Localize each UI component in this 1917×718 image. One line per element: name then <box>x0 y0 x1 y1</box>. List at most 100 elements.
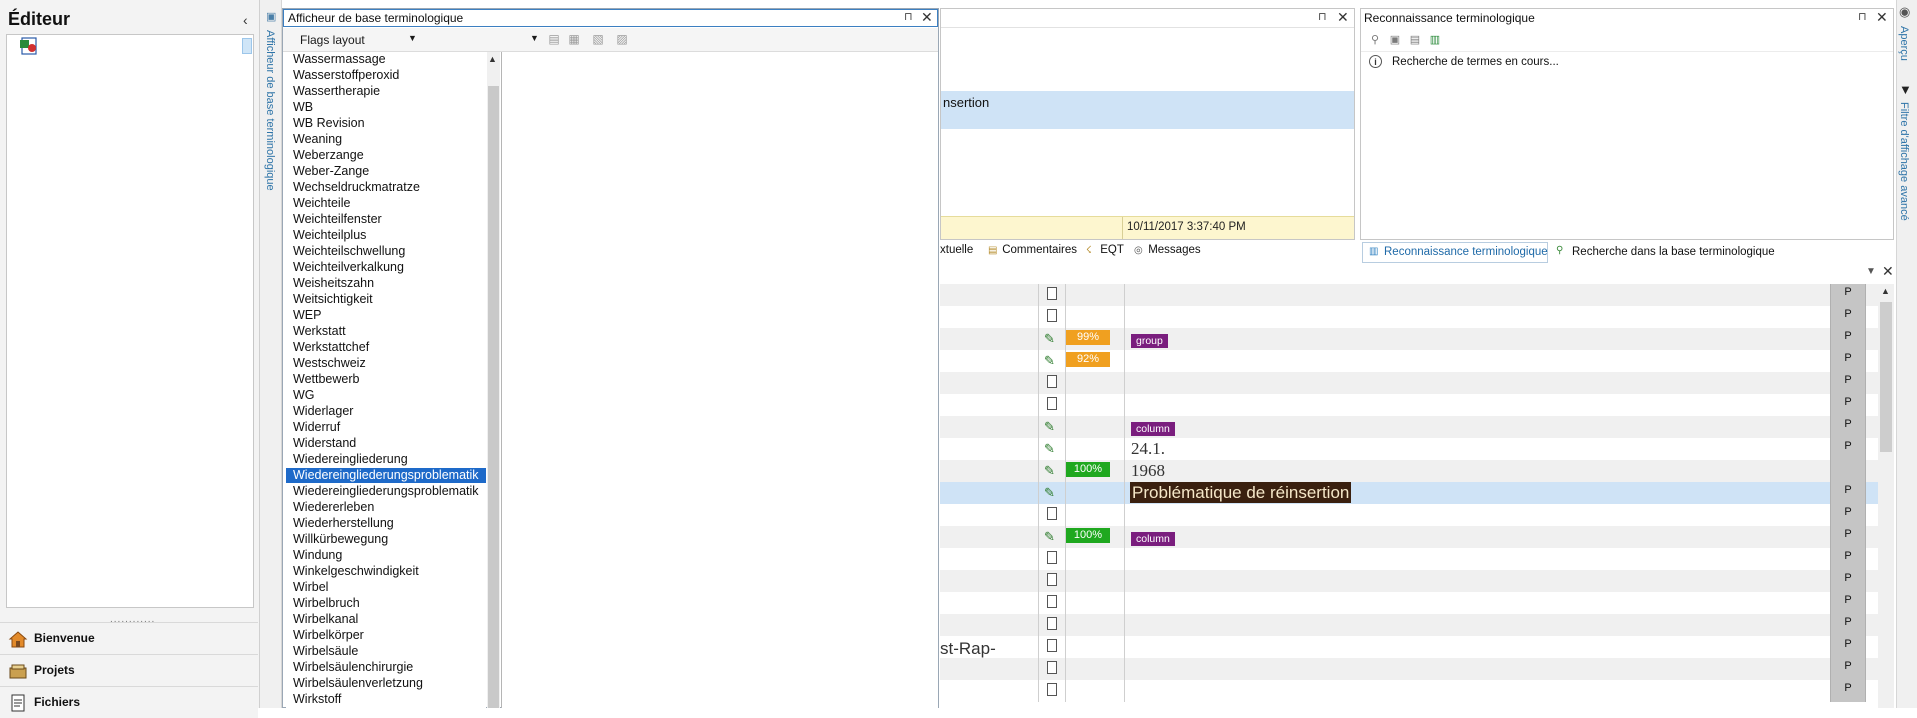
source-cell[interactable] <box>940 328 1037 350</box>
target-cell[interactable] <box>1125 548 1823 570</box>
pin-icon[interactable]: ⊓ <box>1318 10 1327 23</box>
term-list-item[interactable]: Widerlager <box>286 404 353 419</box>
view-term-icon[interactable]: ▤ <box>1408 33 1422 47</box>
new-entry-icon[interactable]: ▤ <box>546 32 562 48</box>
target-cell[interactable] <box>1125 504 1823 526</box>
source-cell[interactable] <box>940 482 1037 504</box>
source-cell[interactable] <box>940 570 1037 592</box>
term-list-item[interactable]: Wirbelsäulenchirurgie <box>286 660 413 675</box>
term-list-scroll-thumb[interactable] <box>488 86 499 708</box>
segment-row[interactable]: ✎ column P <box>940 416 1878 438</box>
source-cell[interactable] <box>940 592 1037 614</box>
tab-messages[interactable]: ◎ Messages <box>1134 244 1201 256</box>
close-icon[interactable]: ✕ <box>921 9 933 26</box>
close-icon[interactable]: ✕ <box>1882 263 1894 280</box>
term-list-item[interactable]: Weichteilschwellung <box>286 244 405 259</box>
grid-menu-icon[interactable]: ▼ <box>1866 266 1876 277</box>
segment-row[interactable]: P <box>940 548 1878 570</box>
search-settings-icon[interactable]: ⚲ <box>1368 33 1382 47</box>
source-cell[interactable] <box>940 680 1037 702</box>
segment-row[interactable]: P <box>940 570 1878 592</box>
target-cell[interactable] <box>1125 658 1823 680</box>
term-list-item[interactable]: Wiedererleben <box>286 500 374 515</box>
segment-row[interactable]: P <box>940 658 1878 680</box>
target-cell[interactable] <box>1125 284 1823 306</box>
term-list-item[interactable]: Wasserstoffperoxid <box>286 68 399 83</box>
term-list-item[interactable]: Westschweiz <box>286 356 366 371</box>
term-list-item[interactable]: Wiedereingliederung <box>286 452 408 467</box>
termbase-icon[interactable]: ▥ <box>1428 33 1442 47</box>
term-list-item[interactable]: Weichteilverkalkung <box>286 260 404 275</box>
chevron-down-icon[interactable]: ▼ <box>530 33 539 43</box>
tag-badge[interactable]: group <box>1131 334 1168 348</box>
term-list-item[interactable]: Wirkstoff <box>286 692 341 707</box>
term-list-item[interactable]: Wirbelsäulenverletzung <box>286 676 423 691</box>
term-list-item[interactable]: Widerruf <box>286 420 340 435</box>
target-cell[interactable]: Problématique de réinsertion <box>1125 482 1823 504</box>
term-list-item[interactable]: Weaning <box>286 132 342 147</box>
term-list-item[interactable]: Weberzange <box>286 148 364 163</box>
term-list-item[interactable]: Weichteilfenster <box>286 212 382 227</box>
tag-badge[interactable]: column <box>1131 532 1175 546</box>
segment-row[interactable]: ✎ 24.1. P <box>940 438 1878 460</box>
term-list-item[interactable]: Wirbel <box>286 580 328 595</box>
segment-row[interactable]: P <box>940 592 1878 614</box>
term-list-item[interactable]: Wirbelkörper <box>286 628 364 643</box>
source-cell[interactable] <box>940 372 1037 394</box>
source-cell[interactable] <box>940 614 1037 636</box>
segment-row[interactable]: P <box>940 504 1878 526</box>
pin-icon[interactable]: ⊓ <box>1858 10 1867 23</box>
term-list-item[interactable]: Wirbelkanal <box>286 612 358 627</box>
term-list-item[interactable]: Wechseldruckmatratze <box>286 180 420 195</box>
segment-row[interactable]: P <box>940 680 1878 702</box>
grid-scroll-thumb[interactable] <box>1880 302 1892 452</box>
term-list-item[interactable]: WG <box>286 388 315 403</box>
term-list-item[interactable]: Wettbewerb <box>286 372 359 387</box>
term-list-item[interactable]: Weber-Zange <box>286 164 369 179</box>
termbase-viewer-icon[interactable]: ▣ <box>266 10 276 23</box>
target-cell[interactable] <box>1125 394 1823 416</box>
pin-icon[interactable]: ⊓ <box>904 10 913 23</box>
scroll-up-icon[interactable]: ▲ <box>1881 286 1890 296</box>
segment-row[interactable]: ✎ Problématique de réinsertion P <box>940 482 1878 504</box>
term-list-item[interactable]: Wirbelsäule <box>286 644 358 659</box>
term-list-item[interactable]: Wassertherapie <box>286 84 380 99</box>
tag-badge[interactable]: column <box>1131 422 1175 436</box>
target-cell[interactable]: 1968 <box>1125 460 1823 482</box>
term-list-item[interactable]: Werkstattchef <box>286 340 369 355</box>
delete-entry-icon[interactable]: ▨ <box>614 32 630 48</box>
segment-row[interactable]: P <box>940 306 1878 328</box>
term-list-item[interactable]: Wiedereingliederungsproblematik <box>286 484 479 499</box>
target-cell[interactable] <box>1125 636 1823 658</box>
scroll-up-icon[interactable]: ▲ <box>488 54 497 64</box>
filter-icon[interactable]: ▼ <box>1899 82 1912 97</box>
term-list-item[interactable]: Wassermassage <box>286 52 386 67</box>
term-list-item[interactable]: Widerstand <box>286 436 356 451</box>
target-cell[interactable]: column <box>1125 416 1823 438</box>
tab-partial[interactable]: xtuelle <box>940 244 973 256</box>
term-list-item[interactable]: Winkelgeschwindigkeit <box>286 564 419 579</box>
segment-row[interactable]: P <box>940 614 1878 636</box>
segment-row[interactable]: st-Rap- P <box>940 636 1878 658</box>
term-list-item[interactable]: Werkstatt <box>286 324 346 339</box>
target-cell[interactable] <box>1125 372 1823 394</box>
nav-files[interactable]: Fichiers <box>0 686 258 718</box>
term-list-item[interactable]: Wirbelbruch <box>286 596 360 611</box>
term-list-item[interactable]: Willkürbewegung <box>286 532 388 547</box>
source-cell[interactable] <box>940 306 1037 328</box>
term-list-item[interactable]: Weichteile <box>286 196 350 211</box>
term-list-item[interactable]: Wiedereingliederungsproblematik <box>286 468 486 483</box>
chevron-down-icon[interactable]: ▼ <box>408 33 417 43</box>
vstrip-termbase-tab[interactable]: Afficheur de base terminologique <box>264 30 276 191</box>
preview-tab[interactable]: Aperçu <box>1898 26 1910 61</box>
tab-comments[interactable]: ▤ Commentaires <box>988 244 1077 256</box>
target-cell[interactable]: group <box>1125 328 1823 350</box>
close-icon[interactable]: ✕ <box>1876 9 1888 26</box>
nav-welcome[interactable]: Bienvenue <box>0 622 258 654</box>
source-cell[interactable] <box>940 460 1037 482</box>
term-list-item[interactable]: Weitsichtigkeit <box>286 292 373 307</box>
segment-row[interactable]: P <box>940 284 1878 306</box>
term-list-item[interactable]: WEP <box>286 308 321 323</box>
close-icon[interactable]: ✕ <box>1337 9 1349 26</box>
document-file-icon[interactable] <box>18 36 40 56</box>
